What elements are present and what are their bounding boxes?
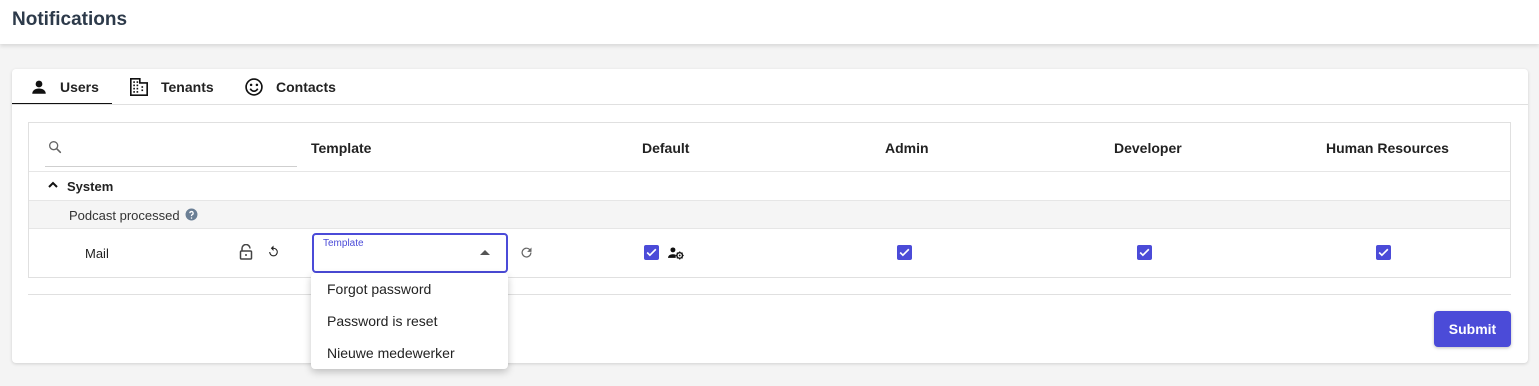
refresh-icon[interactable]	[519, 245, 534, 260]
tab-label: Users	[60, 78, 99, 95]
footer-divider	[28, 294, 1511, 295]
tab-contacts[interactable]: Contacts	[244, 69, 336, 104]
column-header-admin: Admin	[885, 140, 929, 156]
chevron-up-icon[interactable]	[47, 180, 59, 190]
checkbox-human-resources[interactable]	[1376, 245, 1391, 260]
search-field	[45, 133, 297, 167]
dropdown-option[interactable]: Forgot password	[311, 273, 508, 305]
reset-icon[interactable]	[267, 245, 280, 258]
event-label: Podcast processed	[69, 208, 180, 223]
checkmark-icon	[1139, 248, 1150, 257]
building-icon	[130, 77, 148, 96]
checkmark-icon	[646, 248, 657, 257]
tab-users[interactable]: Users	[12, 69, 112, 105]
event-row: Podcast processed	[29, 201, 1510, 229]
template-select-label: Template	[323, 238, 364, 249]
top-bar: Notifications	[0, 0, 1539, 44]
checkbox-default[interactable]	[644, 245, 659, 260]
template-select[interactable]: Template	[312, 233, 508, 273]
person-icon	[32, 80, 46, 94]
group-row-system: System	[29, 172, 1510, 201]
notifications-card: Users Tenants Contacts Template Default …	[12, 69, 1528, 363]
smiley-icon	[245, 77, 263, 96]
tabs-divider	[12, 104, 1528, 105]
search-icon	[49, 141, 62, 154]
table-header: Template Default Admin Developer Human R…	[29, 123, 1510, 172]
notification-matrix: Template Default Admin Developer Human R…	[28, 122, 1511, 278]
template-dropdown-menu: Forgot password Password is reset Nieuwe…	[311, 273, 508, 369]
help-icon[interactable]	[185, 208, 198, 221]
column-header-template: Template	[311, 140, 372, 156]
submit-button[interactable]: Submit	[1434, 311, 1511, 347]
checkbox-admin[interactable]	[897, 245, 912, 260]
tab-label: Contacts	[276, 78, 336, 95]
checkbox-developer[interactable]	[1137, 245, 1152, 260]
unlock-icon[interactable]	[239, 244, 253, 260]
user-settings-icon[interactable]	[668, 246, 684, 260]
channel-label: Mail	[85, 246, 109, 261]
checkmark-icon	[1378, 248, 1389, 257]
tab-bar: Users Tenants Contacts	[12, 69, 1528, 105]
tab-tenants[interactable]: Tenants	[129, 69, 214, 104]
column-header-developer: Developer	[1114, 140, 1182, 156]
caret-up-icon	[480, 250, 490, 255]
channel-row-mail: Mail Template	[29, 229, 1510, 277]
tab-label: Tenants	[161, 78, 214, 95]
column-header-human-resources: Human Resources	[1326, 140, 1449, 156]
group-label: System	[67, 179, 114, 194]
search-input[interactable]	[71, 137, 291, 161]
page-title: Notifications	[12, 9, 128, 30]
dropdown-option[interactable]: Nieuwe medewerker	[311, 337, 508, 369]
dropdown-option[interactable]: Password is reset	[311, 305, 508, 337]
column-header-default: Default	[642, 140, 690, 156]
checkmark-icon	[899, 248, 910, 257]
